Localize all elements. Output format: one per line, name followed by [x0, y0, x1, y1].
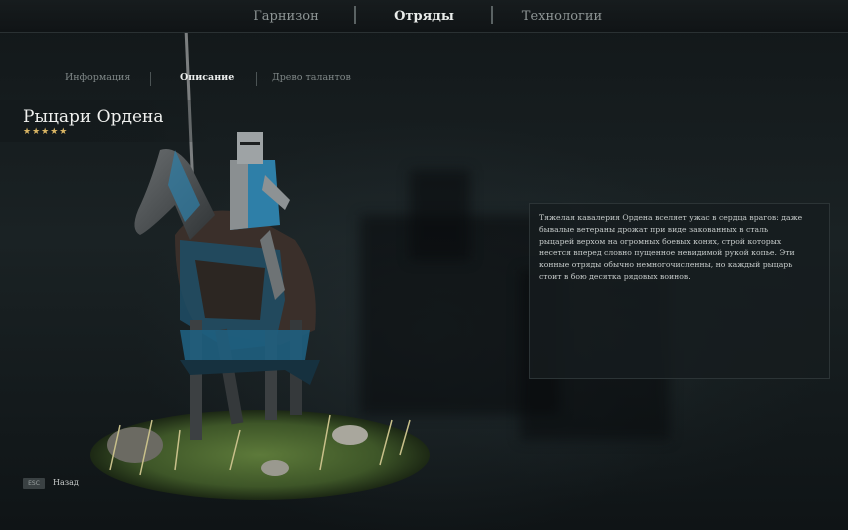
description-line: несется вперед словно пущенное невидимой…: [539, 248, 795, 258]
description-line: Тяжелая кавалерия Ордена вселяет ужас в …: [539, 213, 803, 222]
description-line: бывалые ветераны дрожат при виде закован…: [539, 224, 769, 234]
nav-divider: [491, 6, 493, 24]
description-line: стоит в бою десятка рядовых воинов.: [539, 271, 691, 281]
unit-star-rating: ★★★★★: [23, 127, 69, 137]
tab-squads[interactable]: Отряды: [378, 7, 470, 27]
esc-key-icon: ESC: [23, 478, 45, 489]
tab-information[interactable]: Информация: [65, 72, 130, 83]
subnav-divider: [150, 72, 151, 86]
back-label: Назад: [53, 478, 79, 487]
top-navigation: Гарнизон Отряды Технологии: [0, 0, 848, 33]
tab-talent-tree[interactable]: Древо талантов: [272, 72, 351, 83]
nav-divider: [354, 6, 356, 24]
sub-navigation: Информация Описание Древо талантов: [0, 70, 848, 90]
tab-technologies[interactable]: Технологии: [512, 7, 612, 27]
subnav-divider: [256, 72, 257, 86]
description-text: Тяжелая кавалерия Ордена вселяет ужас в …: [539, 212, 823, 283]
tab-description[interactable]: Описание: [180, 72, 234, 83]
description-line: рыцарей верхом на огромных боевых конях,…: [539, 236, 782, 246]
description-line: конные отряды обычно немногочисленны, но…: [539, 260, 793, 270]
description-panel: Тяжелая кавалерия Ордена вселяет ужас в …: [529, 203, 830, 379]
unit-name: Рыцари Ордена: [23, 107, 164, 127]
tab-garrison[interactable]: Гарнизон: [240, 7, 332, 27]
